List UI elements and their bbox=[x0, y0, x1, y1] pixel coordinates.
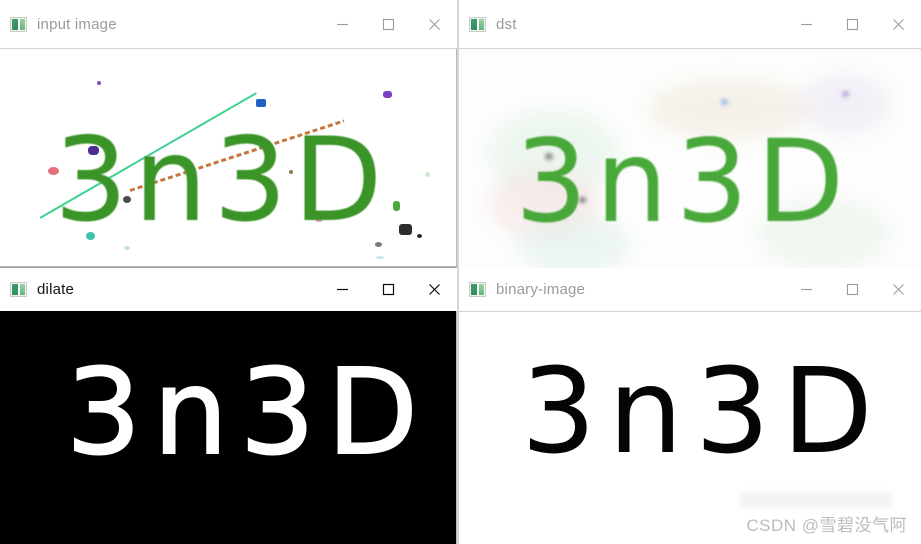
image-icon bbox=[469, 16, 486, 32]
close-button[interactable] bbox=[875, 268, 921, 311]
window-controls-binary-image bbox=[783, 268, 921, 311]
titlebar-binary-image[interactable]: binary-image bbox=[459, 268, 921, 311]
canvas-binary-image: 3n3D CSDN @雪碧没气阿 bbox=[459, 312, 921, 544]
close-button[interactable] bbox=[875, 0, 921, 48]
canvas-text-dilate: 3n3D bbox=[65, 343, 430, 481]
window-controls-dilate bbox=[319, 268, 457, 311]
minimize-button[interactable] bbox=[783, 0, 829, 48]
minimize-button[interactable] bbox=[319, 268, 365, 311]
window-dst[interactable]: dst 3n3D bbox=[459, 0, 921, 268]
watermark-smudge bbox=[741, 492, 891, 508]
maximize-button[interactable] bbox=[829, 0, 875, 48]
window-title-dilate: dilate bbox=[37, 281, 75, 298]
close-button[interactable] bbox=[411, 0, 457, 48]
window-controls-input-image bbox=[319, 0, 457, 48]
minimize-button[interactable] bbox=[783, 268, 829, 311]
maximize-button[interactable] bbox=[365, 0, 411, 48]
content-input-image: 3n3D bbox=[0, 48, 457, 268]
canvas-text-dst: 3n3D bbox=[515, 115, 853, 248]
window-row-divider bbox=[0, 266, 457, 268]
titlebar-dilate[interactable]: dilate bbox=[0, 268, 457, 311]
window-column-divider bbox=[457, 0, 459, 544]
window-controls-dst bbox=[783, 0, 921, 48]
canvas-input-image: 3n3D bbox=[0, 49, 456, 268]
image-icon bbox=[10, 16, 27, 32]
window-binary-image[interactable]: binary-image 3n3D CSDN @雪碧没气阿 bbox=[459, 268, 921, 544]
maximize-button[interactable] bbox=[829, 268, 875, 311]
canvas-dilate: 3n3D bbox=[0, 311, 456, 544]
image-icon bbox=[469, 282, 486, 297]
csdn-watermark: CSDN @雪碧没气阿 bbox=[746, 516, 907, 535]
window-title-input-image: input image bbox=[37, 15, 117, 33]
window-dilate[interactable]: dilate 3n3D bbox=[0, 268, 457, 544]
image-icon bbox=[10, 282, 27, 297]
window-title-dst: dst bbox=[496, 15, 517, 33]
canvas-text-binary-image: 3n3D bbox=[521, 342, 885, 480]
titlebar-dst[interactable]: dst bbox=[459, 0, 921, 48]
maximize-button[interactable] bbox=[365, 268, 411, 311]
desktop-screen: input image 3n3D dst 3n3D dilate 3n3D bi… bbox=[0, 0, 921, 544]
titlebar-input-image[interactable]: input image bbox=[0, 0, 457, 48]
content-binary-image: 3n3D CSDN @雪碧没气阿 bbox=[459, 311, 921, 544]
window-input-image[interactable]: input image 3n3D bbox=[0, 0, 457, 268]
content-dilate: 3n3D bbox=[0, 311, 457, 544]
window-title-binary-image: binary-image bbox=[496, 281, 586, 298]
minimize-button[interactable] bbox=[319, 0, 365, 48]
canvas-text-input-image: 3n3D bbox=[54, 113, 389, 248]
canvas-dst: 3n3D bbox=[459, 49, 921, 268]
content-dst: 3n3D bbox=[459, 48, 921, 268]
close-button[interactable] bbox=[411, 268, 457, 311]
